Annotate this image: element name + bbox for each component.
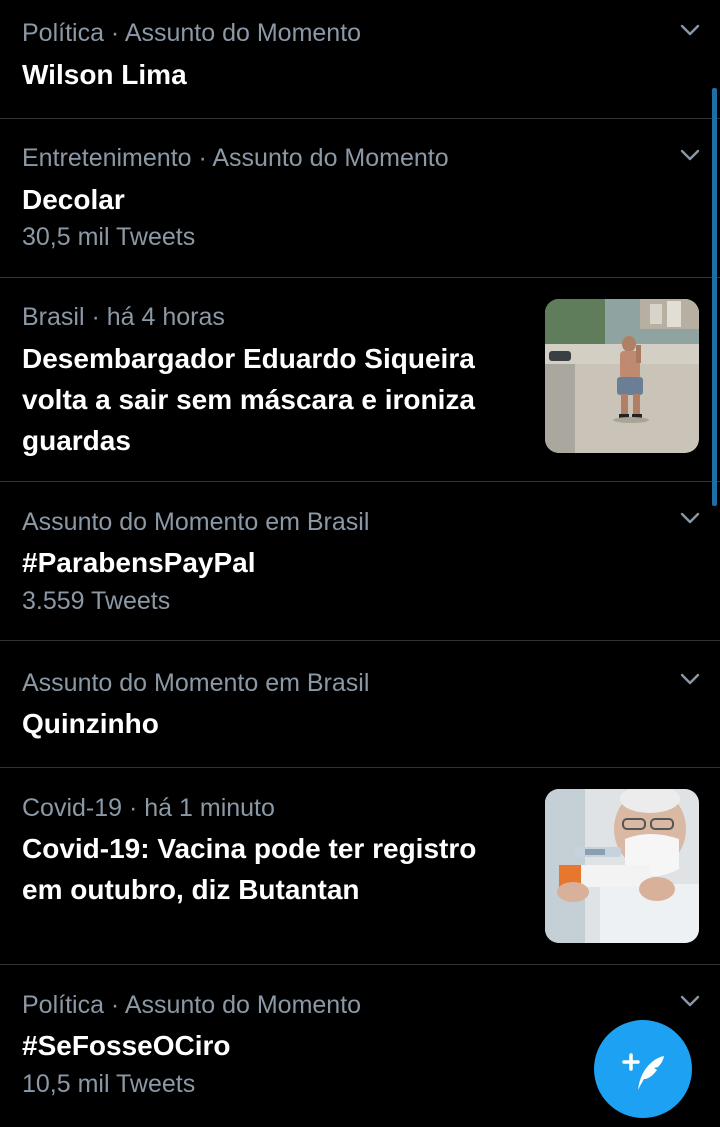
chevron-down-icon[interactable] [680,149,700,163]
trend-title: #SeFosseOCiro [22,1030,231,1061]
trend-title: Decolar [22,184,125,215]
compose-tweet-button[interactable] [594,1020,692,1118]
trend-meta: Política · Assunto do Momento [22,991,362,1019]
trend-title: Wilson Lima [22,59,187,90]
trend-meta: Assunto do Momento em Brasil [22,669,370,697]
news-headline: Covid-19: Vacina pode ter registro em ou… [22,833,477,905]
chevron-down-icon[interactable] [680,512,700,526]
news-item[interactable]: Covid-19 · há 1 minuto Covid-19: Vacina … [0,768,720,965]
trend-meta: Entretenimento · Assunto do Momento [22,144,449,172]
trend-meta: Assunto do Momento em Brasil [22,508,370,536]
news-meta: Brasil · há 4 horas [22,303,225,331]
trend-title: Quinzinho [22,708,159,739]
chevron-down-icon[interactable] [680,24,700,38]
scrollbar[interactable] [712,88,717,506]
news-headline: Desembargador Eduardo Siqueira volta a s… [22,343,475,456]
trend-meta: Política · Assunto do Momento [22,19,362,47]
trend-tweet-count: 10,5 mil Tweets [22,1070,196,1098]
trend-tweet-count: 3.559 Tweets [22,587,171,615]
news-meta: Covid-19 · há 1 minuto [22,794,275,822]
trend-item[interactable]: Assunto do Momento em Brasil #ParabensPa… [0,482,720,641]
chevron-down-icon[interactable] [680,995,700,1009]
trend-item[interactable]: Entretenimento · Assunto do Momento Deco… [0,119,720,278]
news-thumbnail[interactable] [545,299,699,453]
trend-title: #ParabensPayPal [22,547,256,578]
trend-tweet-count: 30,5 mil Tweets [22,223,196,251]
trend-item[interactable]: Política · Assunto do Momento Wilson Lim… [0,0,720,119]
news-item[interactable]: Brasil · há 4 horas Desembargador Eduard… [0,278,720,482]
trend-item[interactable]: Assunto do Momento em Brasil Quinzinho [0,641,720,768]
compose-tweet-icon [622,1053,664,1090]
chevron-down-icon[interactable] [680,673,700,687]
news-thumbnail[interactable] [545,789,699,943]
